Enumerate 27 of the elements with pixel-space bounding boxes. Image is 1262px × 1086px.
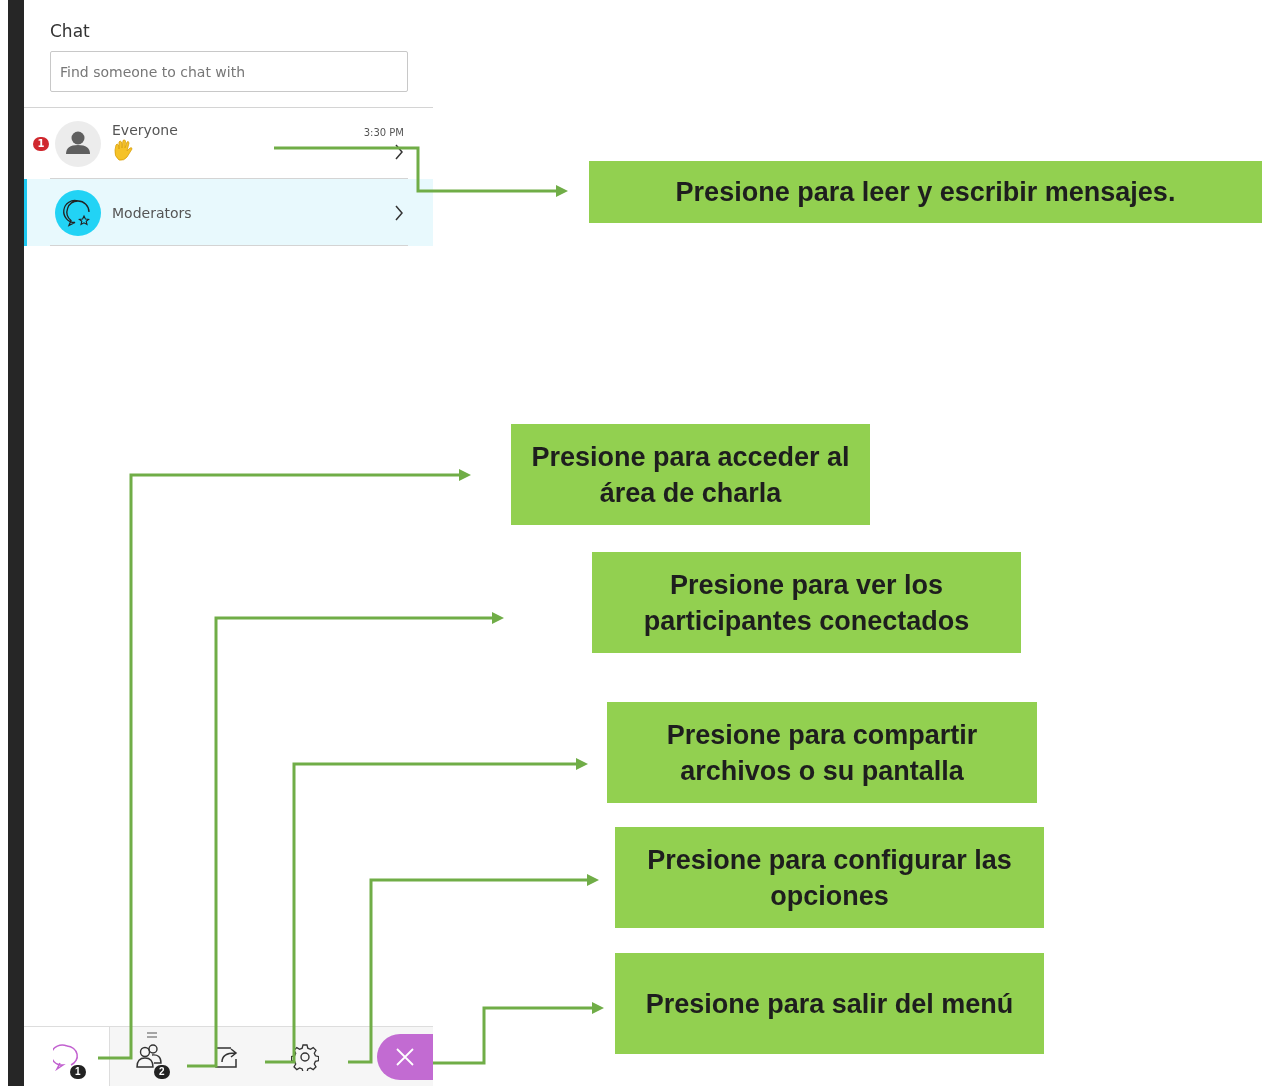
close-button[interactable] bbox=[377, 1033, 433, 1080]
count-badge: 2 bbox=[154, 1065, 170, 1079]
conversation-name: Moderators bbox=[112, 204, 193, 221]
waving-hand-icon bbox=[112, 138, 134, 162]
menu-icon bbox=[147, 1032, 157, 1038]
participants-tab[interactable]: 2 bbox=[110, 1027, 188, 1086]
chevron-right-icon bbox=[394, 144, 404, 160]
callout-box: Presione para leer y escribir mensajes. bbox=[589, 161, 1262, 223]
conversation-item[interactable]: Moderators bbox=[24, 179, 433, 246]
message-time: 3:30 PM bbox=[363, 127, 404, 138]
count-badge: 1 bbox=[70, 1065, 86, 1079]
callout-box: Presione para compartir archivos o su pantalla bbox=[607, 702, 1037, 803]
conversation-item[interactable]: 1 Everyone 3:30 PM bbox=[24, 108, 433, 179]
unread-badge: 1 bbox=[32, 136, 50, 151]
chevron-right-icon bbox=[394, 204, 404, 221]
conversation-name: Everyone bbox=[112, 122, 179, 138]
callout-box: Presione para ver los participantes conectados bbox=[592, 552, 1021, 653]
settings-icon bbox=[291, 1042, 319, 1071]
callout-box: Presione para salir del menú bbox=[615, 953, 1044, 1054]
chat-tab[interactable]: 1 bbox=[24, 1027, 110, 1086]
callout-box: Presione para configurar las opciones bbox=[615, 827, 1044, 928]
user-avatar-icon bbox=[55, 120, 101, 167]
callout-box: Presione para acceder al área de charla bbox=[511, 424, 870, 525]
chat-star-avatar-icon bbox=[55, 189, 101, 236]
close-icon bbox=[395, 1046, 415, 1067]
panel-title: Chat bbox=[50, 20, 91, 42]
search-field[interactable]: Find someone to chat with bbox=[50, 51, 408, 92]
